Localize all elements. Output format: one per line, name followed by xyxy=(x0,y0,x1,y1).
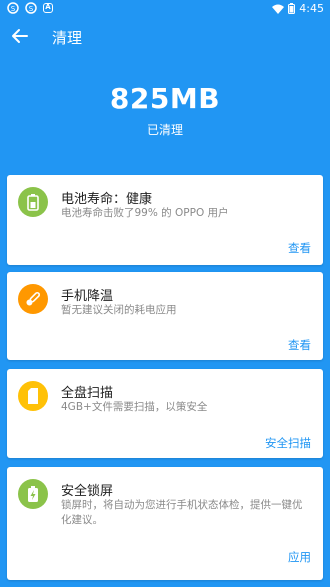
view-button[interactable]: 查看 xyxy=(288,240,311,256)
svg-text:S: S xyxy=(29,5,34,13)
wifi-icon xyxy=(272,4,285,14)
s-app-icon: S xyxy=(7,2,19,14)
cleaned-label: 已清理 xyxy=(146,123,183,137)
security-scan-button[interactable]: 安全扫描 xyxy=(265,435,311,451)
view-button[interactable]: 查看 xyxy=(288,337,311,353)
battery-status-icon xyxy=(288,3,296,14)
card-title: 安全锁屏 xyxy=(61,484,114,499)
card-full-scan[interactable]: 全盘扫描 4GB+文件需要扫描，以策安全 安全扫描 xyxy=(7,369,323,458)
card-battery-life[interactable]: 电池寿命：健康 电池寿命击败了99% 的 OPPO 用户 查看 xyxy=(7,175,323,265)
thermometer-icon xyxy=(18,284,48,314)
card-phone-cooling[interactable]: 手机降温 暂无建议关闭的耗电应用 查看 xyxy=(7,272,323,360)
card-description: 电池寿命击败了99% 的 OPPO 用户 xyxy=(61,207,229,219)
battery-charging-icon xyxy=(18,479,48,509)
s-app-icon-2: S xyxy=(25,2,37,14)
svg-text:S: S xyxy=(11,5,16,13)
clock: 4:45 xyxy=(299,2,324,15)
app-bar: 清理 xyxy=(0,18,330,56)
card-title: 手机降温 xyxy=(61,289,114,304)
back-button[interactable] xyxy=(6,22,34,50)
card-secure-lock[interactable]: 安全锁屏 锁屏时，将自动为您进行手机状态体检，提供一键优化建议。 应用 xyxy=(7,467,323,580)
card-title: 电池寿命：健康 xyxy=(61,192,153,207)
page-title: 清理 xyxy=(52,29,83,47)
cleaned-amount: 825MB xyxy=(109,82,221,115)
battery-icon xyxy=(18,187,48,217)
apply-button[interactable]: 应用 xyxy=(288,549,311,565)
arrow-left-icon xyxy=(12,29,28,43)
card-description: 4GB+文件需要扫描，以策安全 xyxy=(61,401,208,413)
card-description: 锁屏时，将自动为您进行手机状态体检，提供一键优化建议。 xyxy=(61,499,303,526)
sd-card-icon xyxy=(18,381,48,411)
a-app-icon: A xyxy=(43,3,53,13)
status-bar: S S A 4:45 xyxy=(0,0,330,18)
card-title: 全盘扫描 xyxy=(61,386,114,401)
card-description: 暂无建议关闭的耗电应用 xyxy=(61,304,177,316)
notification-icons: S S A xyxy=(7,2,53,14)
